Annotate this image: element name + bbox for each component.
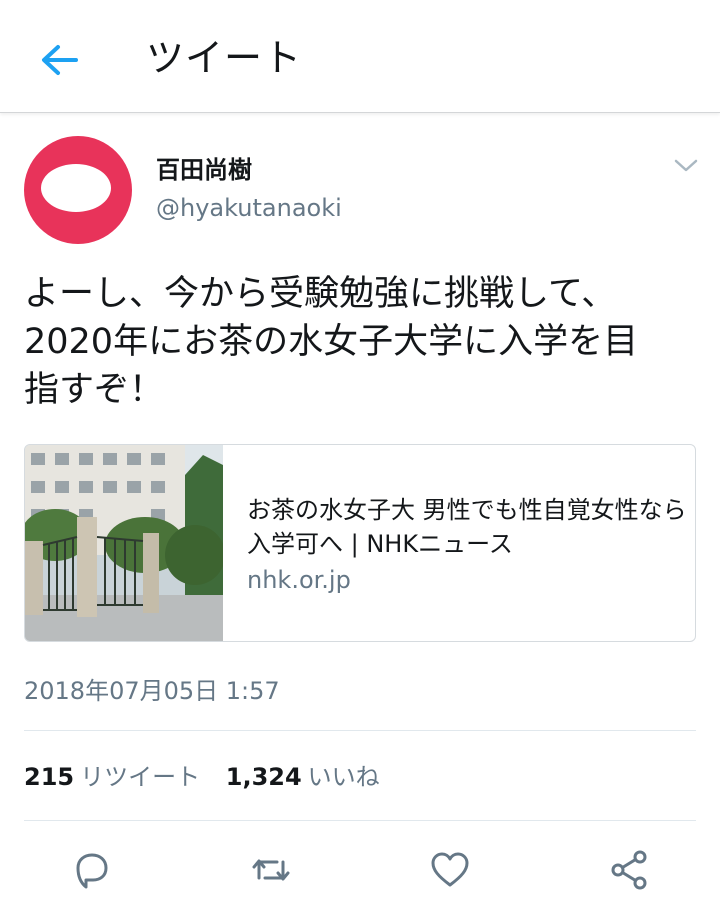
card-title: お茶の水女子大 男性でも性自覚女性なら入学可へ | NHKニュース [247, 496, 687, 558]
share-icon [611, 850, 647, 890]
reply-button[interactable] [70, 848, 114, 892]
display-name[interactable]: 百田尚樹 [156, 154, 252, 186]
like-button[interactable] [428, 848, 472, 892]
retweets-stat[interactable]: 215 リツイート [24, 763, 226, 791]
top-bar: ツイート [0, 0, 720, 113]
divider [24, 730, 696, 731]
heart-icon [431, 852, 469, 887]
card-thumbnail-image [25, 445, 223, 641]
like-label: いいね [307, 763, 380, 791]
tweet-text: よーし、今から受験勉強に挑戦して、 2020年にお茶の水女子大学に入学を目 指す… [24, 274, 639, 410]
reply-icon [76, 853, 108, 889]
retweet-icon [252, 859, 290, 881]
link-card[interactable]: お茶の水女子大 男性でも性自覚女性なら入学可へ | NHKニュース nhk.or… [24, 444, 696, 642]
back-arrow-icon [42, 45, 78, 75]
avatar[interactable] [24, 136, 132, 244]
like-count: 1,324 [225, 763, 302, 791]
card-domain: nhk.or.jp [247, 566, 351, 594]
page-title: ツイート [146, 36, 303, 80]
retweet-label: リツイート [80, 763, 201, 791]
likes-stat[interactable]: 1,324 いいね [226, 763, 398, 791]
chevron-down-icon [674, 159, 698, 172]
retweet-button[interactable] [249, 848, 293, 892]
user-handle[interactable]: @hyakutanaoki [156, 192, 342, 224]
tweet-timestamp: 2018年07月05日 1:57 [24, 677, 280, 705]
back-button[interactable] [36, 38, 84, 82]
share-button[interactable] [607, 848, 651, 892]
tweet-stats: 215 リツイート 1,324 いいね [24, 762, 398, 792]
tweet-menu-button[interactable] [670, 150, 702, 182]
divider [24, 820, 696, 821]
retweet-count: 215 [24, 763, 75, 791]
avatar-image [24, 136, 132, 244]
